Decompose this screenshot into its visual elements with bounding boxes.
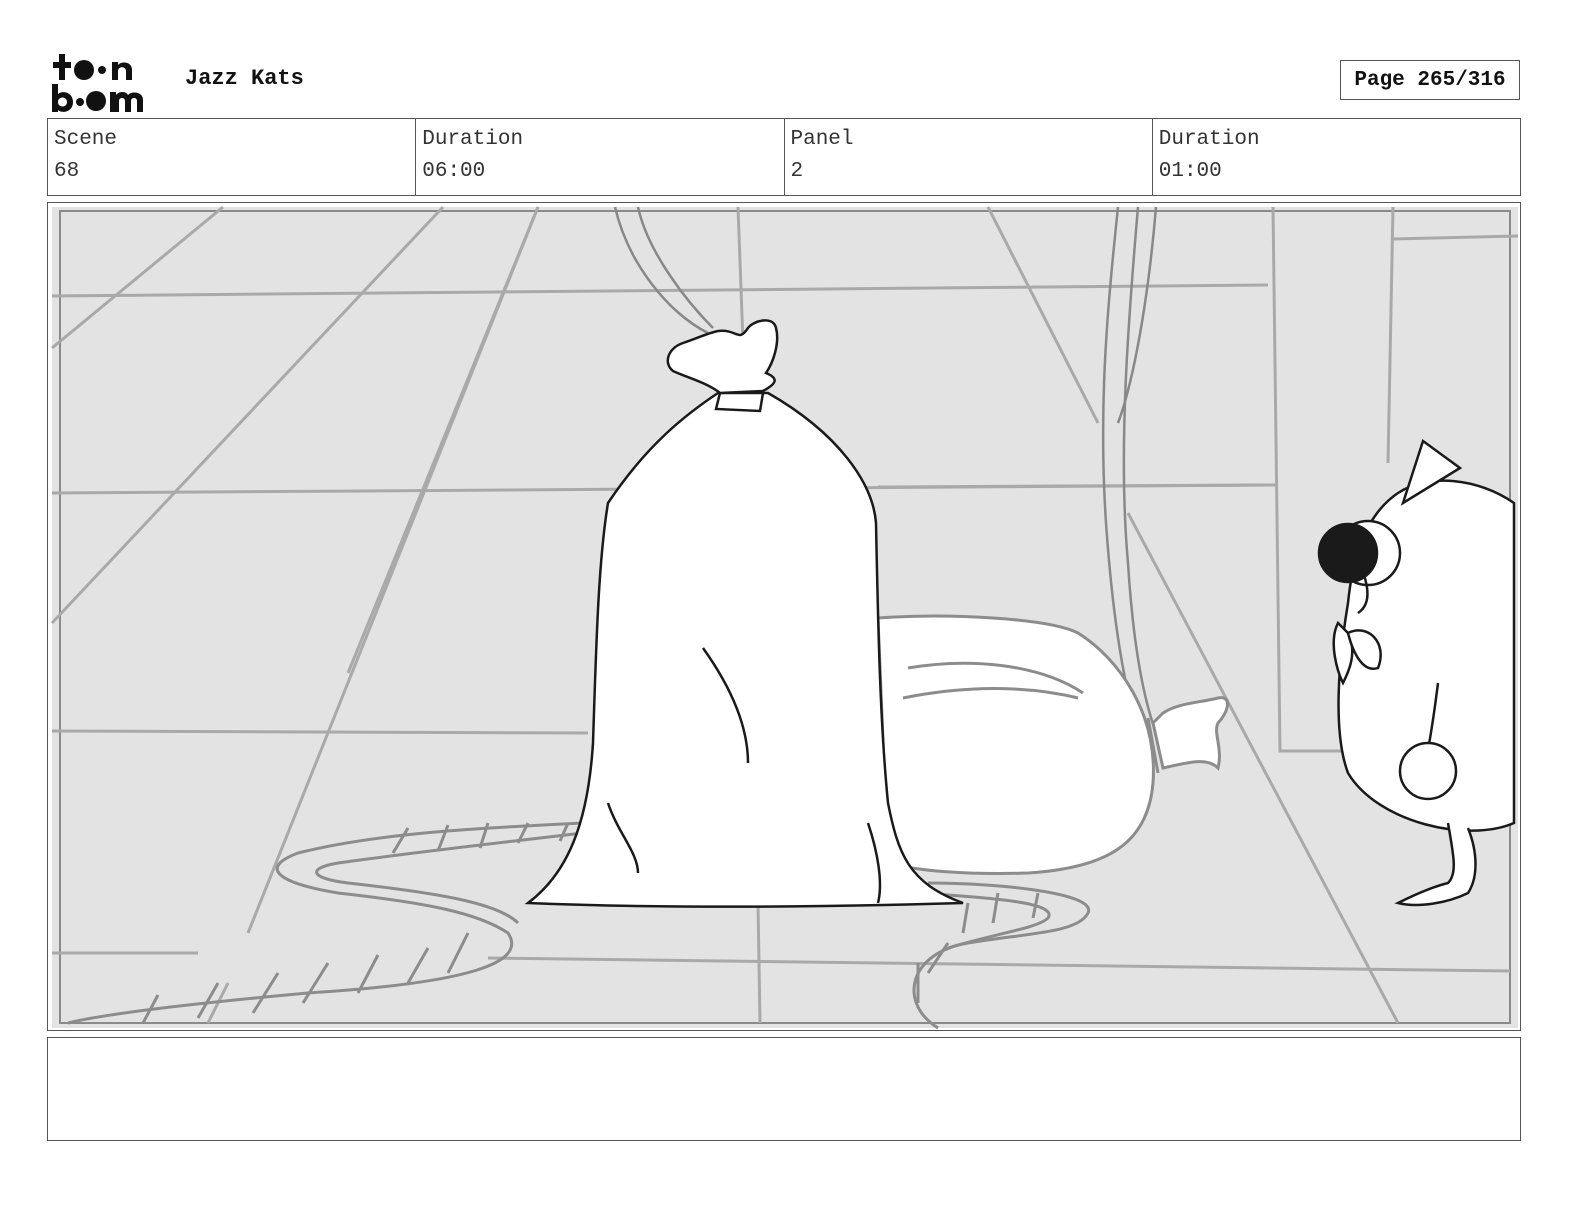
scene-duration-label: Duration bbox=[422, 128, 524, 151]
scene-label: Scene bbox=[54, 128, 118, 151]
toon-boom-logo bbox=[52, 54, 143, 112]
panel-value: 2 bbox=[790, 160, 804, 183]
panel-duration-label: Duration bbox=[1158, 128, 1260, 151]
scene-duration-cell: Duration 06:00 bbox=[416, 119, 785, 195]
project-title: Jazz Kats bbox=[185, 66, 304, 91]
panel-duration-cell: Duration 01:00 bbox=[1153, 119, 1520, 195]
scene-duration-value: 06:00 bbox=[422, 160, 486, 183]
storyboard-panel bbox=[47, 202, 1521, 1031]
scene-cell: Scene 68 bbox=[48, 119, 417, 195]
panel-notes-box bbox=[47, 1037, 1521, 1141]
panel-cell: Panel 2 bbox=[785, 119, 1153, 195]
panel-duration-value: 01:00 bbox=[1158, 160, 1222, 183]
panel-sketch bbox=[50, 205, 1519, 1030]
scene-info-table: Scene 68 Duration 06:00 Panel 2 Duration… bbox=[47, 118, 1521, 196]
page-indicator: Page 265/316 bbox=[1340, 60, 1520, 100]
panel-label: Panel bbox=[790, 128, 854, 151]
scene-value: 68 bbox=[54, 160, 80, 183]
